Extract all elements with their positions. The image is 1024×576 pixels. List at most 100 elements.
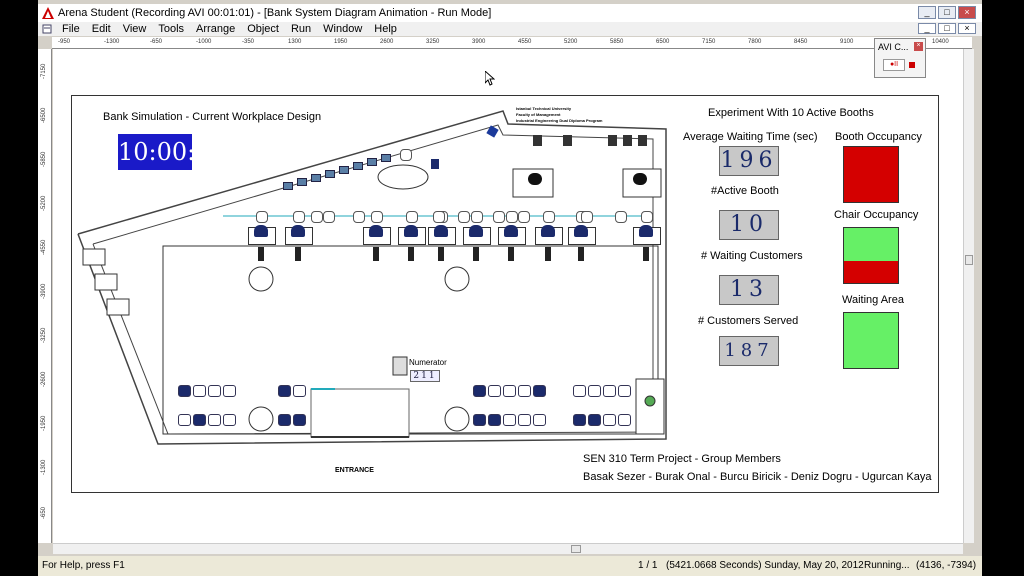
ruler-tick-label: -1000	[196, 39, 212, 45]
ruler-tick-label: 3250	[426, 39, 440, 45]
waiting-customers-label: # Waiting Customers	[701, 250, 803, 262]
waiting-chair-icon	[503, 414, 516, 426]
horizontal-ruler: -950 -1300 -650 -1000 -350 1300 1950 2600 3250 39…	[52, 37, 972, 49]
occupied-portion	[844, 147, 898, 202]
empty-chair-icon	[323, 211, 335, 223]
status-coordinates: (4136, -7394)	[916, 560, 977, 571]
vertical-ruler: -7150 -6500 -5850 -5200 -4550 -3900 -3250 -2600…	[38, 49, 52, 543]
menu-view[interactable]: View	[117, 23, 153, 35]
waiting-area-box	[843, 312, 899, 369]
waiting-chair-icon	[223, 414, 236, 426]
menu-help[interactable]: Help	[368, 23, 403, 35]
waiting-chair-icon	[573, 385, 586, 397]
ruler-tick-label: 3900	[472, 39, 486, 45]
ruler-tick-label: 9100	[840, 39, 854, 45]
model-canvas[interactable]: Bank Simulation - Current Workplace Desi…	[53, 49, 963, 543]
avg-wait-display: 196	[719, 146, 779, 176]
customer-icon	[545, 247, 551, 261]
avi-stop-icon[interactable]	[909, 62, 915, 68]
bench-seat-icon	[311, 174, 321, 182]
ruler-tick-label: -7150	[41, 63, 47, 79]
ruler-tick-label: 1950	[334, 39, 348, 45]
close-button[interactable]: ×	[958, 6, 976, 19]
teller-icon	[469, 225, 483, 237]
waiting-chair-icon	[208, 385, 221, 397]
bench-seat-icon	[297, 178, 307, 186]
customer-icon	[473, 247, 479, 261]
customer-icon	[295, 247, 301, 261]
teller-icon	[254, 225, 268, 237]
menu-arrange[interactable]: Arrange	[190, 23, 241, 35]
menu-object[interactable]: Object	[241, 23, 285, 35]
teller-chair-icon	[293, 211, 305, 223]
ruler-tick-label: -2600	[41, 371, 47, 387]
ruler-tick-label: 5200	[564, 39, 578, 45]
teller-icon	[504, 225, 518, 237]
waiting-customer-icon	[293, 414, 306, 426]
minimize-button[interactable]: _	[918, 6, 936, 19]
maximize-button[interactable]: □	[938, 6, 956, 19]
active-booth-label: #Active Booth	[711, 185, 779, 197]
teller-icon	[369, 225, 383, 237]
phone-icon	[431, 159, 439, 169]
horizontal-scroll-thumb[interactable]	[571, 545, 581, 553]
customer-icon	[578, 247, 584, 261]
teller-icon	[541, 225, 555, 237]
mdi-restore-button[interactable]: □	[938, 23, 956, 34]
empty-chair-icon	[458, 211, 470, 223]
waiting-customer-icon	[588, 414, 601, 426]
avi-record-button[interactable]: ●II	[883, 59, 905, 71]
teller-chair-icon	[543, 211, 555, 223]
waiting-customer-icon	[573, 414, 586, 426]
chair-icon	[400, 149, 412, 161]
ruler-tick-label: -5850	[41, 151, 47, 167]
university-line-1: Istanbul Technical University	[516, 106, 572, 111]
horizontal-scrollbar[interactable]	[53, 543, 963, 554]
mdi-close-button[interactable]: ×	[958, 23, 976, 34]
menu-bar: File Edit View Tools Arrange Object Run …	[38, 22, 982, 36]
served-display: 187	[719, 336, 779, 366]
waiting-chair-icon	[293, 385, 306, 397]
monitor-icon	[608, 135, 617, 146]
waiting-chair-icon	[533, 414, 546, 426]
manager-icon	[528, 173, 542, 185]
booth-occupancy-label: Booth Occupancy	[835, 131, 922, 143]
ruler-tick-label: -950	[58, 39, 71, 45]
entrance-label: ENTRANCE	[335, 467, 374, 474]
bank-floor-plan	[77, 110, 667, 445]
vertical-scroll-thumb[interactable]	[965, 255, 973, 265]
waiting-chair-icon	[588, 385, 601, 397]
project-label: SEN 310 Term Project - Group Members	[583, 453, 781, 465]
ruler-tick-label: 7800	[748, 39, 762, 45]
teller-chair-icon	[406, 211, 418, 223]
monitor-icon	[533, 135, 542, 146]
waiting-area-fill	[844, 313, 898, 368]
mdi-minimize-button[interactable]: _	[918, 23, 936, 34]
menu-run[interactable]: Run	[285, 23, 317, 35]
teller-chair-icon	[506, 211, 518, 223]
avi-close-button[interactable]: ×	[914, 42, 923, 51]
menu-tools[interactable]: Tools	[152, 23, 190, 35]
bench-seat-icon	[353, 162, 363, 170]
ruler-tick-label: 7150	[702, 39, 716, 45]
menu-window[interactable]: Window	[317, 23, 368, 35]
customer-icon	[373, 247, 379, 261]
arena-window: Arena Student (Recording AVI 00:01:01) -…	[38, 0, 982, 576]
waiting-customer-icon	[473, 414, 486, 426]
waiting-chair-icon	[603, 385, 616, 397]
menu-file[interactable]: File	[56, 23, 86, 35]
customer-icon	[408, 247, 414, 261]
waiting-chair-icon	[518, 385, 531, 397]
menu-edit[interactable]: Edit	[86, 23, 117, 35]
avi-panel-title: AVI C...	[878, 42, 909, 52]
ruler-tick-label: 6500	[656, 39, 670, 45]
empty-chair-icon	[581, 211, 593, 223]
customer-icon	[438, 247, 444, 261]
teller-icon	[574, 225, 588, 237]
occupied-portion	[844, 261, 898, 283]
monitor-icon	[623, 135, 632, 146]
vertical-scrollbar[interactable]	[963, 49, 974, 543]
waiting-customer-icon	[278, 385, 291, 397]
ruler-tick-label: -4550	[41, 239, 47, 255]
arena-logo-icon	[42, 7, 54, 19]
